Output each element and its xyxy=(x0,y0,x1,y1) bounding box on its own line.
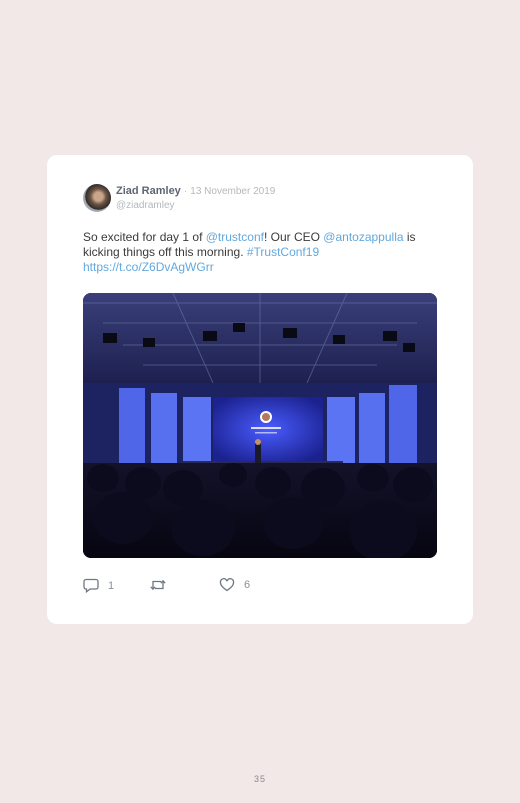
conference-stage-photo xyxy=(83,293,437,558)
author-separator: · xyxy=(183,186,188,197)
mention-link[interactable]: @antozappulla xyxy=(323,230,403,244)
heart-icon xyxy=(219,578,235,592)
author-name[interactable]: Ziad Ramley xyxy=(116,185,181,197)
like-button[interactable]: 6 xyxy=(219,578,250,592)
tweet-text-part: ! Our CEO xyxy=(263,230,324,244)
page-number: 35 xyxy=(253,774,266,784)
reply-icon xyxy=(83,578,99,593)
reply-count: 1 xyxy=(108,579,115,592)
tweet-date[interactable]: 13 November 2019 xyxy=(190,186,275,197)
tweet-card: Ziad Ramley · 13 November 2019 @ziadraml… xyxy=(47,155,473,624)
avatar[interactable] xyxy=(83,184,111,212)
retweet-icon xyxy=(150,579,166,591)
mention-link[interactable]: @trustconf xyxy=(206,230,264,244)
reply-button[interactable]: 1 xyxy=(83,578,114,593)
author-handle[interactable]: @ziadramley xyxy=(116,199,275,212)
tweet-text-part: So excited for day 1 of xyxy=(83,230,206,244)
tweet-photo[interactable] xyxy=(83,293,437,558)
hashtag-link[interactable]: #TrustConf19 xyxy=(247,245,319,259)
tweet-author: Ziad Ramley · 13 November 2019 @ziadraml… xyxy=(116,184,275,212)
like-count: 6 xyxy=(244,579,251,591)
retweet-button[interactable] xyxy=(149,578,176,592)
url-link[interactable]: https://t.co/Z6DvAgWGrr xyxy=(83,260,214,274)
tweet-text: So excited for day 1 of @trustconf! Our … xyxy=(83,230,443,275)
